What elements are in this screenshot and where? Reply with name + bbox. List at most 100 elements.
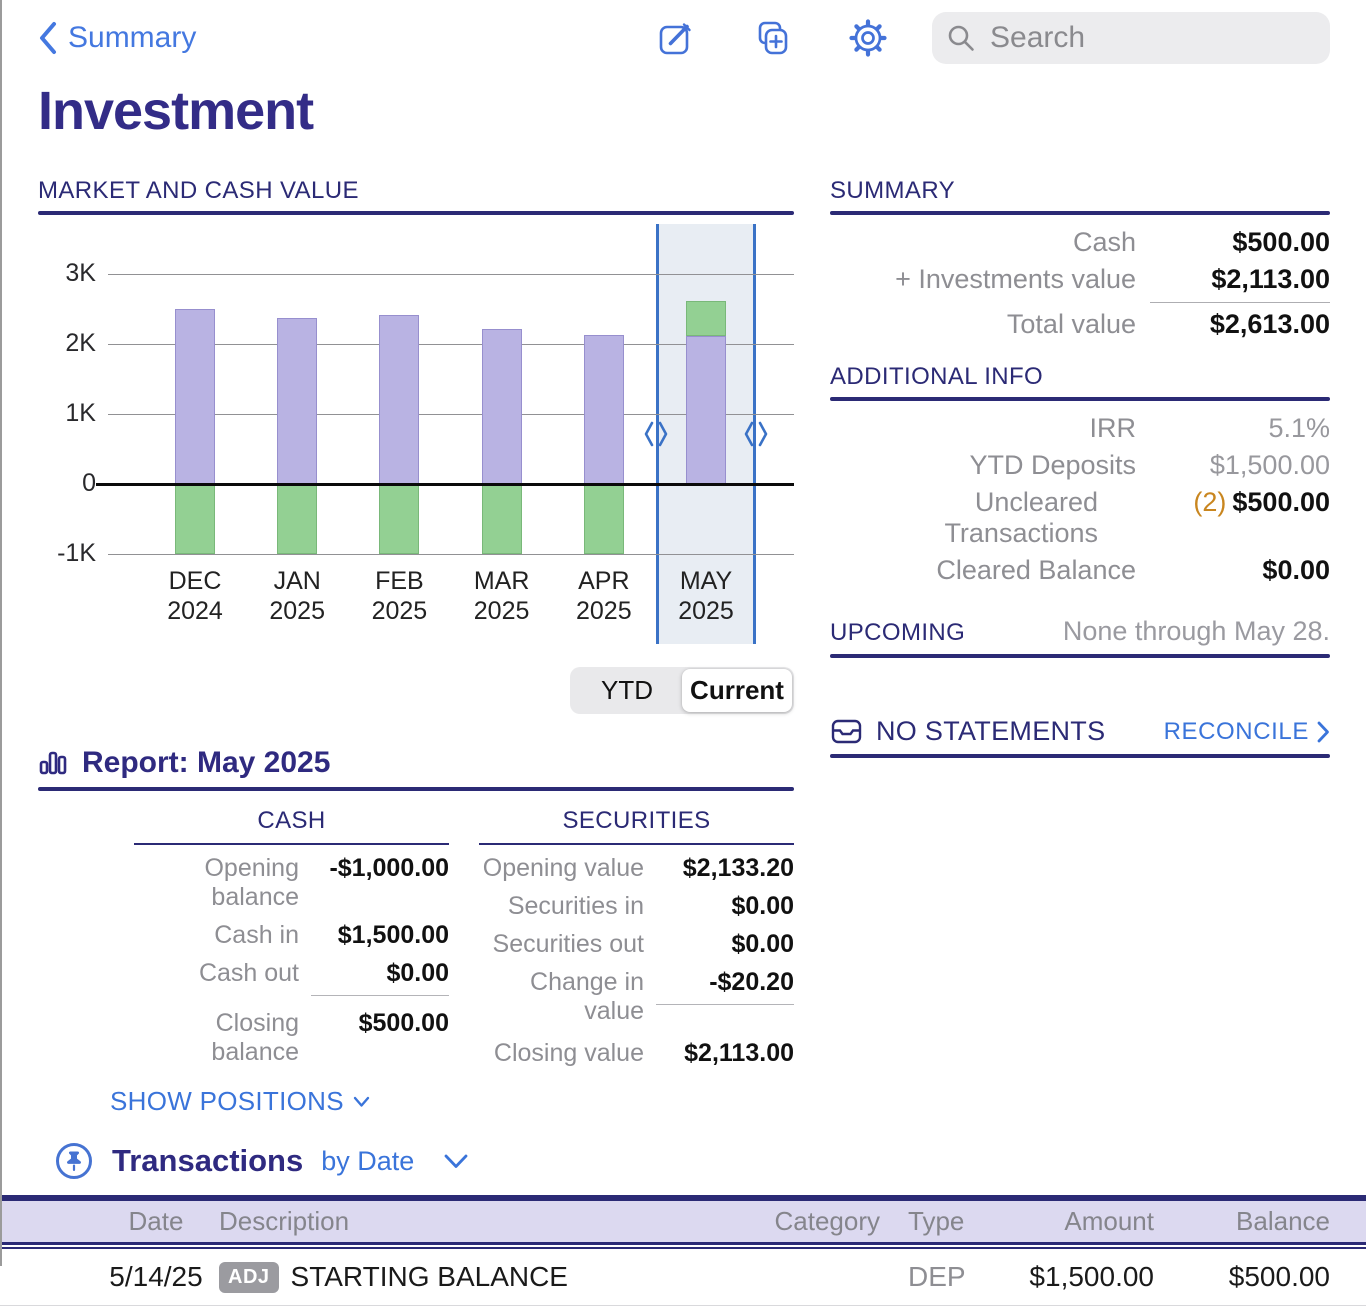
chart-bar-investments — [686, 336, 726, 484]
x-axis-label: APR2025 — [553, 566, 655, 626]
row-label: + Investments value — [830, 264, 1136, 295]
row-label: Securities in — [479, 892, 644, 921]
row-value: $0.00 — [656, 892, 794, 921]
adj-badge: ADJ — [219, 1262, 279, 1293]
chevron-right-icon — [1317, 721, 1330, 743]
range-toggle: YTD Current — [570, 667, 794, 714]
table-header-divider — [0, 1242, 1366, 1249]
row-value: $0.00 — [656, 930, 794, 959]
x-axis-label: FEB2025 — [348, 566, 450, 626]
toggle-ytd[interactable]: YTD — [572, 669, 682, 712]
split-view-divider — [0, 0, 2, 1266]
y-axis-label: 1K — [38, 399, 96, 428]
search-input[interactable] — [988, 20, 1288, 56]
row-label: Opening value — [479, 854, 644, 883]
chart-bar-cash — [482, 484, 522, 554]
toggle-current[interactable]: Current — [682, 669, 792, 712]
row-label: Closing balance — [134, 1009, 299, 1067]
range-handle-right[interactable] — [743, 419, 769, 454]
search-icon — [946, 23, 976, 53]
summary-section-title: SUMMARY — [830, 178, 1330, 204]
section-rule — [830, 654, 1330, 658]
pin-icon — [54, 1141, 94, 1181]
show-positions-label: SHOW POSITIONS — [110, 1086, 344, 1117]
back-label: Summary — [68, 21, 196, 55]
section-rule — [38, 211, 794, 215]
securities-column-header: SECURITIES — [479, 807, 794, 845]
chart-bar-cash — [584, 484, 624, 554]
chart-zero-line — [96, 483, 794, 486]
reconcile-button[interactable]: RECONCILE — [1164, 718, 1330, 746]
back-button[interactable]: Summary — [38, 21, 196, 55]
row-value: $2,133.20 — [656, 854, 794, 883]
search-field[interactable] — [932, 12, 1330, 64]
table-row[interactable]: 5/14/25 ADJ STARTING BALANCE DEP $1,500.… — [0, 1249, 1366, 1306]
row-label: Cash out — [134, 959, 299, 988]
chart-bar-investments — [379, 315, 419, 484]
y-axis-label: 2K — [38, 329, 96, 358]
row-label: Cash — [830, 227, 1136, 258]
chart-bar-investments — [277, 318, 317, 484]
row-label: Securities out — [479, 930, 644, 959]
transactions-sort-button[interactable]: by Date — [321, 1146, 414, 1177]
chart-bar-investments — [482, 329, 522, 484]
y-axis-label: 3K — [38, 259, 96, 288]
additional-info-section-title: ADDITIONAL INFO — [830, 364, 1330, 390]
column-header-amount[interactable]: Amount — [980, 1206, 1170, 1237]
row-label: Change in value — [479, 968, 644, 1026]
compose-button[interactable] — [656, 18, 696, 58]
column-header-type[interactable]: Type — [890, 1206, 980, 1237]
chart-gridline — [108, 554, 794, 555]
transactions-title: Transactions — [112, 1143, 303, 1179]
show-positions-button[interactable]: SHOW POSITIONS — [110, 1086, 794, 1117]
row-value: $2,113.00 — [656, 1039, 794, 1068]
column-header-balance[interactable]: Balance — [1170, 1206, 1366, 1237]
report-title: Report: May 2025 — [82, 746, 330, 780]
row-value: $1,500.00 — [311, 921, 449, 950]
section-rule — [830, 397, 1330, 401]
row-value: -$1,000.00 — [311, 854, 449, 883]
settings-button[interactable] — [848, 18, 888, 58]
row-value: -$20.20 — [656, 968, 794, 1005]
row-value: $2,113.00 — [1150, 264, 1330, 303]
row-value: $2,613.00 — [1150, 309, 1330, 340]
market-cash-chart: 3K2K1K0-1KDEC2024JAN2025FEB2025MAR2025AP… — [38, 219, 794, 651]
top-toolbar: Summary — [38, 0, 1330, 56]
chart-bar-cash — [277, 484, 317, 554]
row-label: Total value — [830, 309, 1136, 340]
range-handle-left[interactable] — [643, 419, 669, 454]
row-value: $500.00 — [1150, 227, 1330, 258]
row-value: $0.00 — [1150, 555, 1330, 586]
row-label: Uncleared Transactions — [830, 487, 1098, 549]
upcoming-status: None through May 28. — [965, 616, 1330, 647]
chevron-down-icon[interactable] — [444, 1154, 468, 1169]
row-value: $1,500.00 — [1150, 450, 1330, 481]
report-securities-column: SECURITIES Opening value $2,133.20 Securi… — [479, 807, 794, 1068]
chart-bar-cash — [175, 484, 215, 554]
chart-bar-investments — [175, 309, 215, 484]
row-label: Cleared Balance — [830, 555, 1136, 586]
row-label: Closing value — [479, 1039, 644, 1068]
uncleared-count: (2) — [1193, 487, 1226, 517]
row-label: IRR — [830, 413, 1136, 444]
row-value: $0.00 — [311, 959, 449, 996]
add-account-button[interactable] — [752, 18, 792, 58]
x-axis-label: JAN2025 — [246, 566, 348, 626]
column-header-description[interactable]: Description — [212, 1206, 740, 1237]
add-copy-icon — [753, 19, 791, 57]
no-statements-label: NO STATEMENTS — [876, 716, 1105, 747]
column-header-category[interactable]: Category — [740, 1206, 890, 1237]
transactions-table: Date Description Category Type Amount Ba… — [0, 1195, 1366, 1306]
column-header-date[interactable]: Date — [100, 1206, 212, 1237]
chart-bar-cash — [686, 301, 726, 336]
upcoming-section-title: UPCOMING — [830, 620, 965, 646]
x-axis-label: DEC2024 — [144, 566, 246, 626]
compose-icon — [657, 19, 695, 57]
row-label: Opening balance — [134, 854, 299, 912]
statements-tray-icon — [830, 716, 863, 747]
section-rule — [38, 787, 794, 791]
uncleared-value[interactable]: (2)$500.00 — [1112, 487, 1330, 518]
y-axis-label: -1K — [38, 539, 96, 568]
x-axis-label: MAY2025 — [655, 566, 757, 626]
y-axis-label: 0 — [38, 469, 96, 498]
